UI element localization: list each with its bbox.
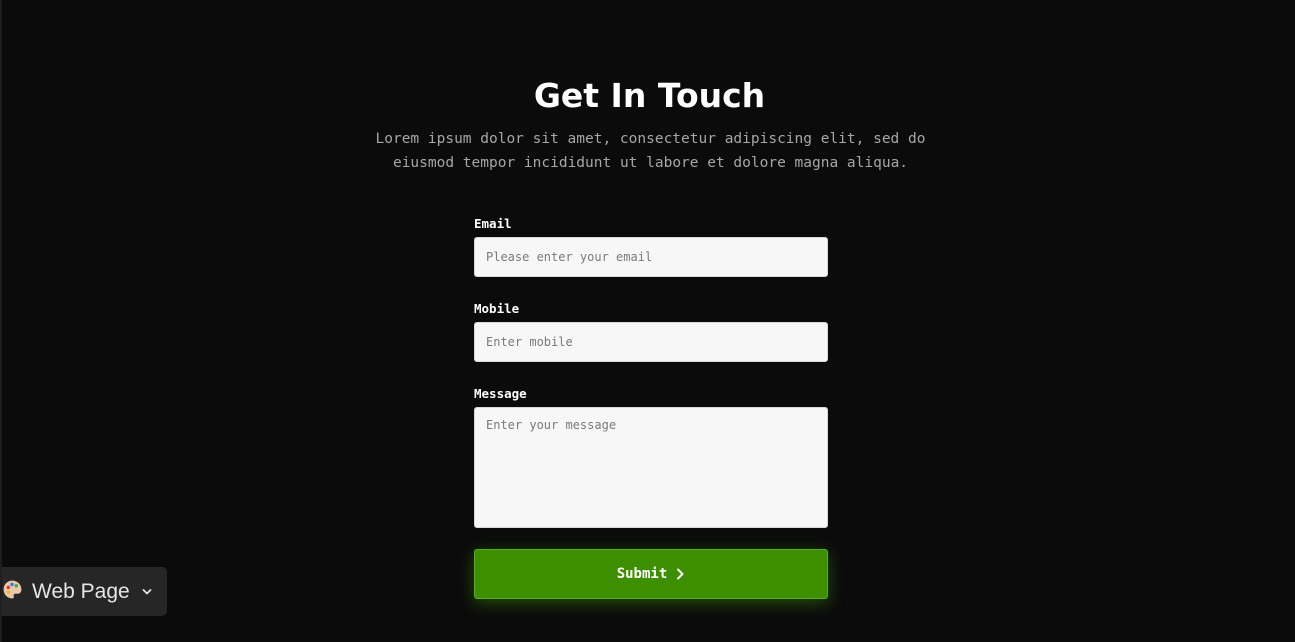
message-field[interactable] [474, 407, 828, 528]
email-group: Email [474, 214, 828, 277]
mobile-field[interactable] [474, 322, 828, 362]
message-label: Message [474, 386, 527, 401]
message-group: Message [474, 384, 828, 528]
mobile-label: Mobile [474, 301, 520, 316]
email-label: Email [474, 216, 512, 231]
page-title: Get In Touch [533, 76, 766, 115]
web-page-badge[interactable]: Web Page [2, 567, 167, 616]
page: Get In Touch Lorem ipsum dolor sit amet,… [0, 0, 1295, 642]
page-subtitle: Lorem ipsum dolor sit amet, consectetur … [375, 131, 926, 171]
contact-form: Email Mobile Message Submit [474, 214, 828, 599]
chevron-right-icon [675, 568, 685, 580]
palette-icon [2, 579, 23, 605]
email-field[interactable] [474, 237, 828, 277]
mobile-group: Mobile [474, 299, 828, 362]
web-page-badge-label: Web Page [32, 579, 130, 603]
chevron-down-icon [142, 583, 152, 601]
submit-button[interactable]: Submit [474, 549, 828, 599]
submit-button-label: Submit [616, 566, 668, 582]
